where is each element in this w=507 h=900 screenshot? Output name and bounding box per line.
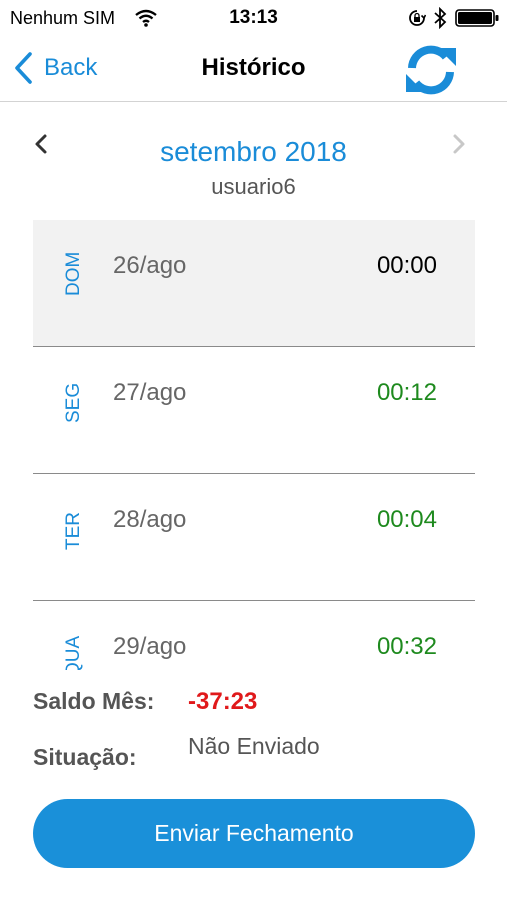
- status-bar: Nenhum SIM 13:13: [0, 0, 507, 36]
- status-value: Não Enviado: [188, 733, 320, 759]
- day-hours: 00:04: [376, 506, 437, 533]
- weekday-label: DOM: [63, 251, 84, 296]
- weekday-label: TER: [63, 512, 84, 550]
- balance-label: Saldo Mês:: [33, 688, 155, 714]
- day-date: 29/ago: [113, 633, 187, 660]
- status-time: 13:13: [229, 7, 278, 28]
- next-month-button[interactable]: [450, 132, 468, 156]
- weekday-label: SEG: [63, 382, 84, 423]
- battery-icon: [455, 9, 499, 27]
- balance-value: -37:23: [188, 688, 258, 715]
- day-hours: 00:32: [376, 633, 437, 660]
- day-date: 28/ago: [113, 506, 187, 533]
- day-date: 26/ago: [113, 252, 187, 279]
- month-title: setembro 2018: [160, 136, 347, 167]
- day-row[interactable]: SEG 27/ago 00:12: [33, 347, 475, 474]
- day-date: 27/ago: [113, 379, 187, 406]
- weekday-label: QUA: [63, 635, 84, 670]
- bluetooth-icon: [434, 7, 447, 29]
- navigation-bar: Back Histórico: [0, 36, 507, 102]
- orientation-lock-icon: [409, 10, 426, 26]
- day-row[interactable]: DOM 26/ago 00:00: [33, 220, 475, 347]
- refresh-icon[interactable]: [402, 42, 460, 98]
- day-hours: 00:00: [376, 252, 437, 279]
- status-label: Situação:: [33, 744, 137, 770]
- day-list[interactable]: DOM 26/ago 00:00 SEG 27/ago 00:12 TER 28/ago 00:…: [33, 220, 475, 670]
- user-name: usuario6: [211, 174, 296, 199]
- day-hours: 00:12: [376, 379, 437, 406]
- send-closing-button[interactable]: Enviar Fechamento: [33, 799, 475, 868]
- day-row[interactable]: QUA 29/ago 00:32: [33, 601, 475, 670]
- day-row[interactable]: TER 28/ago 00:04: [33, 474, 475, 601]
